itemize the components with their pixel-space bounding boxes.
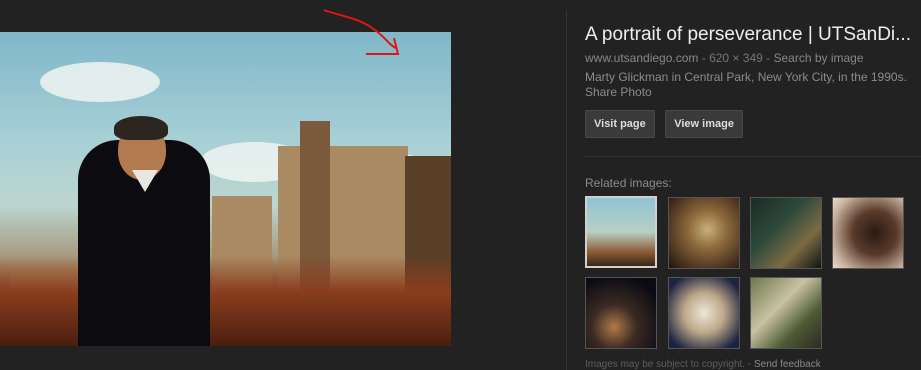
result-dimensions: 620 × 349 xyxy=(709,51,763,65)
related-image-thumbnail[interactable] xyxy=(668,197,740,269)
separator-line xyxy=(585,156,921,157)
result-site[interactable]: www.utsandiego.com xyxy=(585,51,698,65)
result-description: Marty Glickman in Central Park, New York… xyxy=(585,70,907,84)
panel-divider xyxy=(566,10,567,370)
related-image-thumbnail[interactable] xyxy=(832,197,904,269)
search-by-image-link[interactable]: Search by image xyxy=(773,51,863,65)
meta-separator: - xyxy=(701,51,706,65)
result-title[interactable]: A portrait of perseverance | UTSanDi... xyxy=(585,24,921,46)
related-image-thumbnail[interactable] xyxy=(585,196,657,268)
footer: Images may be subject to copyright. - Se… xyxy=(585,359,821,370)
related-image-thumbnail[interactable] xyxy=(668,277,740,349)
related-image-thumbnail[interactable] xyxy=(585,277,657,349)
action-buttons: Visit page View image xyxy=(585,110,749,138)
copyright-notice: Images may be subject to copyright. xyxy=(585,359,746,370)
preview-image[interactable] xyxy=(0,32,451,346)
view-image-button[interactable]: View image xyxy=(665,110,743,138)
send-feedback-link[interactable]: Send feedback xyxy=(754,359,821,370)
man-cap xyxy=(114,116,168,140)
related-image-thumbnail[interactable] xyxy=(750,197,822,269)
share-photo-link[interactable]: Share Photo xyxy=(585,85,921,99)
visit-page-button[interactable]: Visit page xyxy=(585,110,655,138)
result-info: A portrait of perseverance | UTSanDi... … xyxy=(585,24,921,99)
annotation-arrow-icon xyxy=(323,9,400,55)
meta-separator: - xyxy=(766,51,771,65)
related-images-label: Related images: xyxy=(585,176,672,190)
trees xyxy=(0,256,451,346)
result-meta: www.utsandiego.com - 620 × 349 - Search … xyxy=(585,51,921,65)
cloud xyxy=(40,62,160,102)
related-image-thumbnail[interactable] xyxy=(750,277,822,349)
footer-separator: - xyxy=(747,359,752,370)
